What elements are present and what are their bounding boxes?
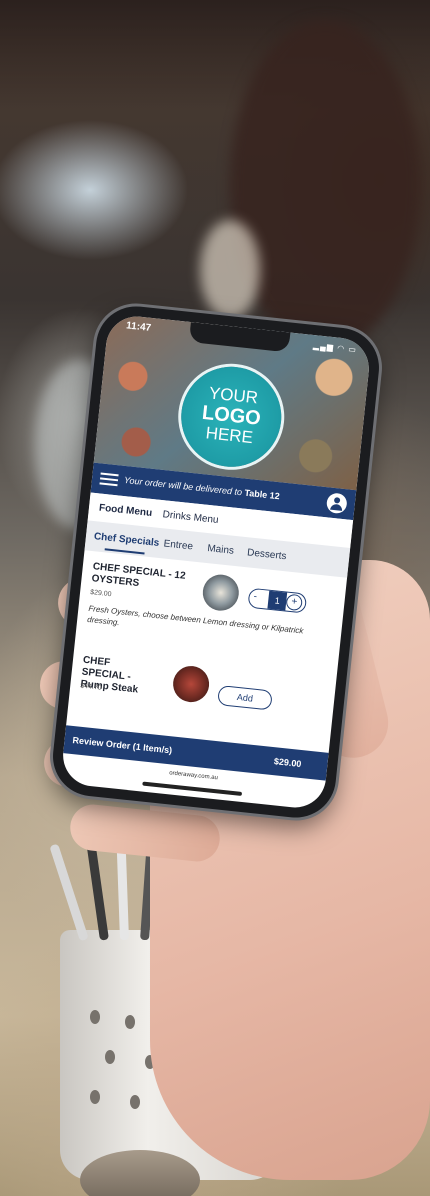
tab-chef-specials[interactable]: Chef Specials — [93, 531, 159, 549]
tab-drinks-menu[interactable]: Drinks Menu — [162, 509, 219, 526]
background-bottle — [200, 220, 260, 320]
user-account-icon[interactable] — [325, 492, 348, 515]
background-person — [230, 20, 420, 350]
smartphone: YOUR LOGO HERE 11:47 ▂▄▆ ◠ ▭ Your order … — [49, 302, 383, 822]
tab-mains[interactable]: Mains — [207, 543, 235, 557]
tab-entree[interactable]: Entree — [163, 538, 193, 552]
oysters-photo — [201, 572, 241, 613]
logo-placeholder: YOUR LOGO HERE — [176, 361, 287, 472]
steak-photo — [171, 664, 211, 704]
delivery-message: Your order will be delivered to Table 12 — [124, 475, 281, 501]
plus-button[interactable]: + — [285, 593, 303, 612]
quantity-stepper[interactable]: - 1 + — [247, 587, 308, 614]
tab-desserts[interactable]: Desserts — [247, 547, 287, 562]
active-tab-indicator — [104, 548, 145, 555]
hamburger-menu-icon[interactable] — [99, 472, 119, 487]
signal-wifi-battery-icon: ▂▄▆ ◠ ▭ — [312, 340, 358, 355]
photo-scene: YOUR LOGO HERE 11:47 ▂▄▆ ◠ ▭ Your order … — [0, 0, 430, 1196]
quantity-value: 1 — [267, 590, 288, 611]
review-order-label: Review Order (1 Item/s) — [72, 735, 173, 756]
app-screen: YOUR LOGO HERE 11:47 ▂▄▆ ◠ ▭ Your order … — [60, 313, 372, 811]
item-title: CHEF SPECIAL - Rump Steak — [79, 654, 139, 696]
menu-item[interactable]: CHEF SPECIAL - 12 OYSTERS $29.00 - 1 + F… — [75, 558, 346, 665]
minus-button[interactable]: - — [253, 591, 257, 602]
item-price: $29.00 — [89, 589, 112, 599]
tab-food-menu[interactable]: Food Menu — [98, 503, 152, 520]
delivery-table: Table 12 — [243, 487, 281, 502]
status-time: 11:47 — [125, 320, 152, 334]
home-indicator[interactable] — [142, 781, 243, 796]
delivery-text: Your order will be delivered to — [123, 474, 243, 498]
order-total: $29.00 — [273, 756, 302, 770]
add-button[interactable]: Add — [217, 685, 273, 711]
